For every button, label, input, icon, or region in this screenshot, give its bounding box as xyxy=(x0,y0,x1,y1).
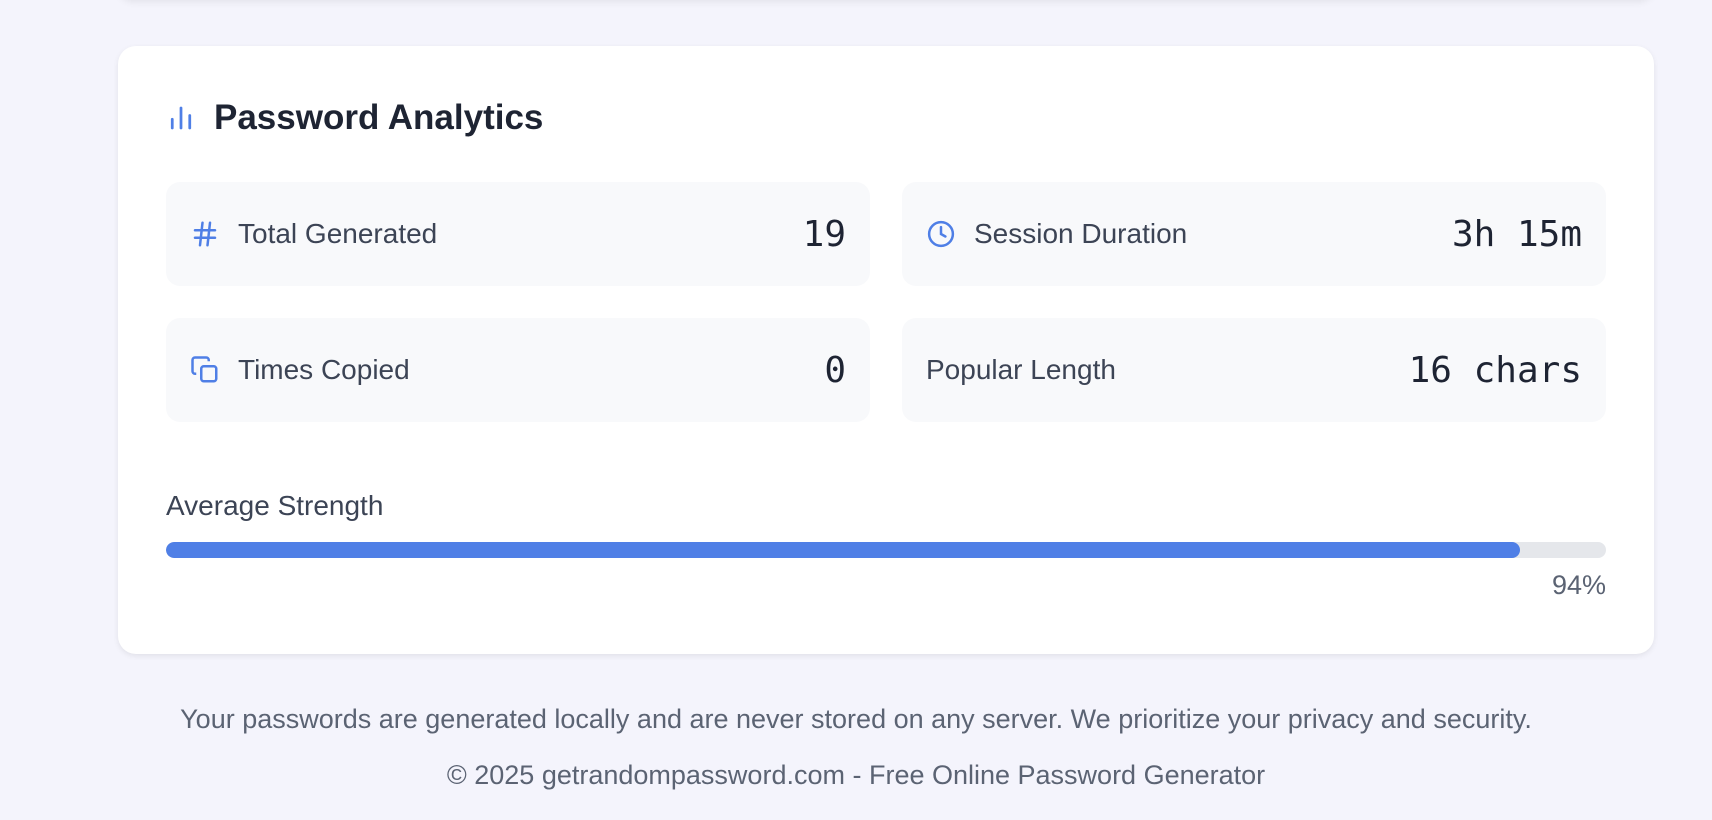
privacy-note: Your passwords are generated locally and… xyxy=(180,704,1532,734)
strength-percent: 94% xyxy=(1551,570,1606,600)
password-analytics-card: Password Analytics Total Generated 19 Se… xyxy=(118,46,1654,654)
card-header: Password Analytics xyxy=(166,98,543,138)
stat-value: 19 xyxy=(802,213,846,255)
stat-label: Total Generated xyxy=(238,218,438,249)
stat-session-duration: Session Duration 3h 15m xyxy=(902,182,1606,286)
stat-label: Times Copied xyxy=(238,354,410,385)
copyright-text: © 2025 getrandompassword.com - Free Onli… xyxy=(446,760,1266,790)
card-title: Password Analytics xyxy=(214,98,544,137)
hash-icon xyxy=(190,219,220,249)
stat-label: Session Duration xyxy=(974,218,1188,249)
copy-icon xyxy=(190,355,220,385)
stat-times-copied: Times Copied 0 xyxy=(166,318,870,422)
strength-progress-fill xyxy=(166,542,1520,558)
stat-popular-length: Popular Length 16 chars xyxy=(902,318,1606,422)
stat-value: 3h 15m xyxy=(1451,213,1582,255)
average-strength-label: Average Strength xyxy=(166,490,384,521)
stat-total-generated: Total Generated 19 xyxy=(166,182,870,286)
strength-progress-bar xyxy=(166,542,1606,558)
stat-value: 16 chars xyxy=(1408,349,1582,391)
clock-icon xyxy=(926,219,956,249)
bar-chart-icon xyxy=(170,106,192,130)
stat-label: Popular Length xyxy=(926,354,1116,385)
stat-value: 0 xyxy=(824,349,846,391)
